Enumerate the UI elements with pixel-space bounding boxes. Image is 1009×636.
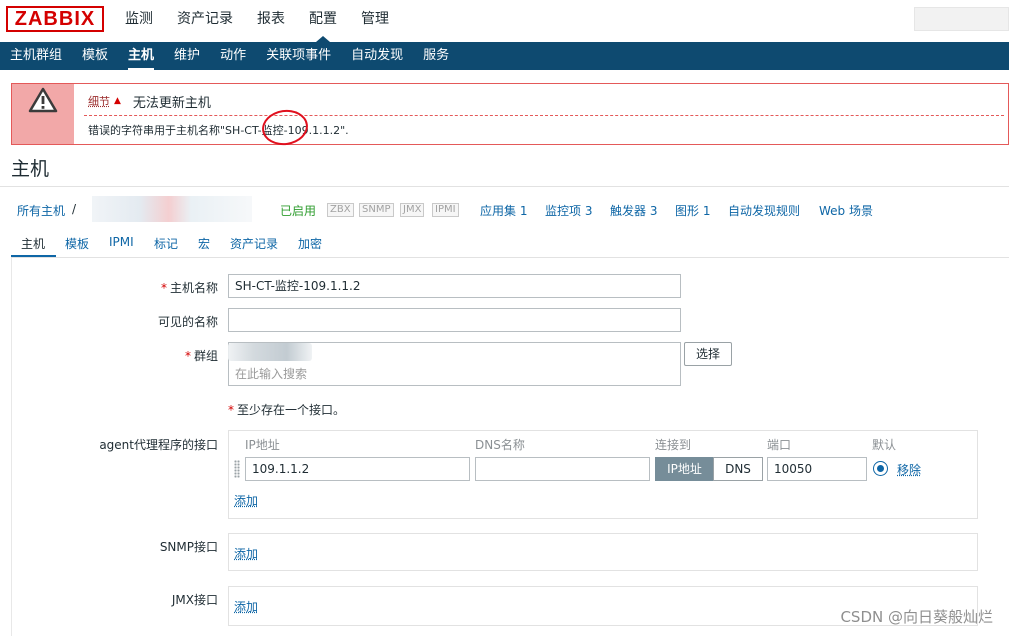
snmp-interfaces-box — [228, 533, 978, 571]
active-tab-indicator — [11, 255, 56, 257]
discovery-rules-link[interactable]: 自动发现规则 — [728, 202, 800, 219]
items-link[interactable]: 监控项 3 — [545, 202, 592, 219]
required-marker: * — [160, 281, 167, 295]
submenu-actions[interactable]: 动作 — [210, 42, 256, 70]
menu-inventory[interactable]: 资产记录 — [177, 0, 233, 42]
web-scenarios-link[interactable]: Web 场景 — [819, 202, 873, 219]
visible-name-input[interactable] — [228, 308, 681, 332]
title-divider — [0, 186, 1009, 187]
add-jmx-interface-link[interactable]: 添加 — [234, 598, 258, 615]
required-marker: * — [228, 403, 234, 417]
default-interface-radio[interactable] — [873, 461, 888, 476]
menu-monitoring[interactable]: 监测 — [125, 0, 153, 42]
error-detail: 错误的字符串用于主机名称"SH-CT-监控-109.1.1.2". — [88, 124, 349, 137]
add-snmp-interface-link[interactable]: 添加 — [234, 545, 258, 562]
breadcrumb-separator: / — [72, 202, 77, 216]
details-toggle[interactable]: 细节 — [88, 93, 110, 109]
submenu-correlation[interactable]: 关联项事件 — [256, 42, 341, 70]
col-ip-address: IP地址 — [245, 438, 280, 452]
required-marker: * — [184, 349, 191, 363]
agent-dns-input[interactable] — [475, 457, 650, 481]
graphs-link[interactable]: 图形 1 — [675, 202, 710, 219]
submenu-host-groups[interactable]: 主机群组 — [0, 42, 72, 70]
badge-snmp: SNMP — [359, 203, 394, 217]
submenu-discovery[interactable]: 自动发现 — [341, 42, 413, 70]
zabbix-logo[interactable]: ZABBIX — [6, 6, 104, 32]
top-bar: ZABBIX 监测 资产记录 报表 配置 管理 — [0, 0, 1009, 42]
remove-interface-link[interactable]: 移除 — [897, 461, 921, 478]
error-icon-cell — [12, 84, 74, 144]
warning-icon — [28, 87, 58, 113]
menu-administration[interactable]: 管理 — [361, 0, 389, 42]
page-title: 主机 — [11, 158, 50, 180]
tab-encryption[interactable]: 加密 — [298, 235, 322, 252]
col-default: 默认 — [872, 438, 897, 452]
main-menu: 监测 资产记录 报表 配置 管理 — [125, 0, 413, 42]
col-connect-to: 连接到 — [655, 438, 692, 452]
host-tabs: 主机 模板 IPMI 标记 宏 资产记录 加密 — [11, 230, 1009, 258]
watermark: CSDN @向日葵般灿烂 — [840, 608, 993, 626]
groups-search-placeholder[interactable]: 在此输入搜索 — [235, 363, 307, 385]
sub-menu: 主机群组 模板 主机 维护 动作 关联项事件 自动发现 服务 — [0, 42, 1009, 70]
drag-handle-icon[interactable] — [234, 460, 240, 478]
groups-label: * 群组 — [184, 349, 218, 363]
tab-macros[interactable]: 宏 — [198, 235, 210, 252]
badge-ipmi: IPMI — [432, 203, 459, 217]
tab-inventory[interactable]: 资产记录 — [230, 235, 278, 252]
menu-reports[interactable]: 报表 — [257, 0, 285, 42]
tab-tags[interactable]: 标记 — [154, 235, 178, 252]
visible-name-label: 可见的名称 — [157, 315, 218, 329]
all-hosts-link[interactable]: 所有主机 — [17, 202, 65, 219]
badge-jmx: JMX — [400, 203, 425, 217]
agent-port-input[interactable]: 10050 — [767, 457, 867, 481]
redacted-host-name — [92, 196, 252, 222]
submenu-hosts[interactable]: 主机 — [118, 42, 164, 70]
host-navigation: 所有主机 / 已启用 应用集 1 监控项 3 触发器 3 图形 1 自动发现规则… — [0, 196, 1009, 224]
col-port: 端口 — [767, 438, 792, 452]
interface-required-note: * 至少存在一个接口。 — [228, 403, 346, 417]
redacted-group-chip — [228, 343, 312, 361]
submenu-services[interactable]: 服务 — [413, 42, 459, 70]
tab-host[interactable]: 主机 — [21, 235, 45, 252]
error-title: 无法更新主机 — [132, 95, 211, 111]
submenu-maintenance[interactable]: 维护 — [164, 42, 210, 70]
connect-ip-button[interactable]: IP地址 — [655, 457, 714, 481]
host-name-label: * 主机名称 — [160, 281, 218, 295]
badge-zbx: ZBX — [327, 203, 354, 217]
select-groups-button[interactable]: 选择 — [684, 342, 732, 366]
agent-ip-input[interactable]: 109.1.1.2 — [245, 457, 470, 481]
menu-configuration[interactable]: 配置 — [309, 0, 337, 42]
host-name-input[interactable]: SH-CT-监控-109.1.1.2 — [228, 274, 681, 298]
submenu-templates[interactable]: 模板 — [72, 42, 118, 70]
global-search-input[interactable] — [914, 7, 1009, 31]
triggers-link[interactable]: 触发器 3 — [610, 202, 657, 219]
caret-up-icon[interactable]: ▲ — [114, 96, 121, 106]
message-divider — [84, 115, 1004, 116]
tab-templates[interactable]: 模板 — [65, 235, 89, 252]
add-agent-interface-link[interactable]: 添加 — [234, 492, 258, 509]
connect-dns-button[interactable]: DNS — [713, 457, 763, 481]
jmx-interfaces-label: JMX接口 — [171, 593, 218, 607]
error-message-box: 细节 ▲ 无法更新主机 错误的字符串用于主机名称"SH-CT-监控-109.1.… — [11, 83, 1009, 145]
col-dns-name: DNS名称 — [475, 438, 525, 452]
applications-link[interactable]: 应用集 1 — [480, 202, 527, 219]
agent-interfaces-label: agent代理程序的接口 — [99, 438, 218, 452]
status-enabled[interactable]: 已启用 — [280, 202, 316, 219]
tab-ipmi[interactable]: IPMI — [109, 235, 134, 249]
snmp-interfaces-label: SNMP接口 — [159, 540, 218, 554]
